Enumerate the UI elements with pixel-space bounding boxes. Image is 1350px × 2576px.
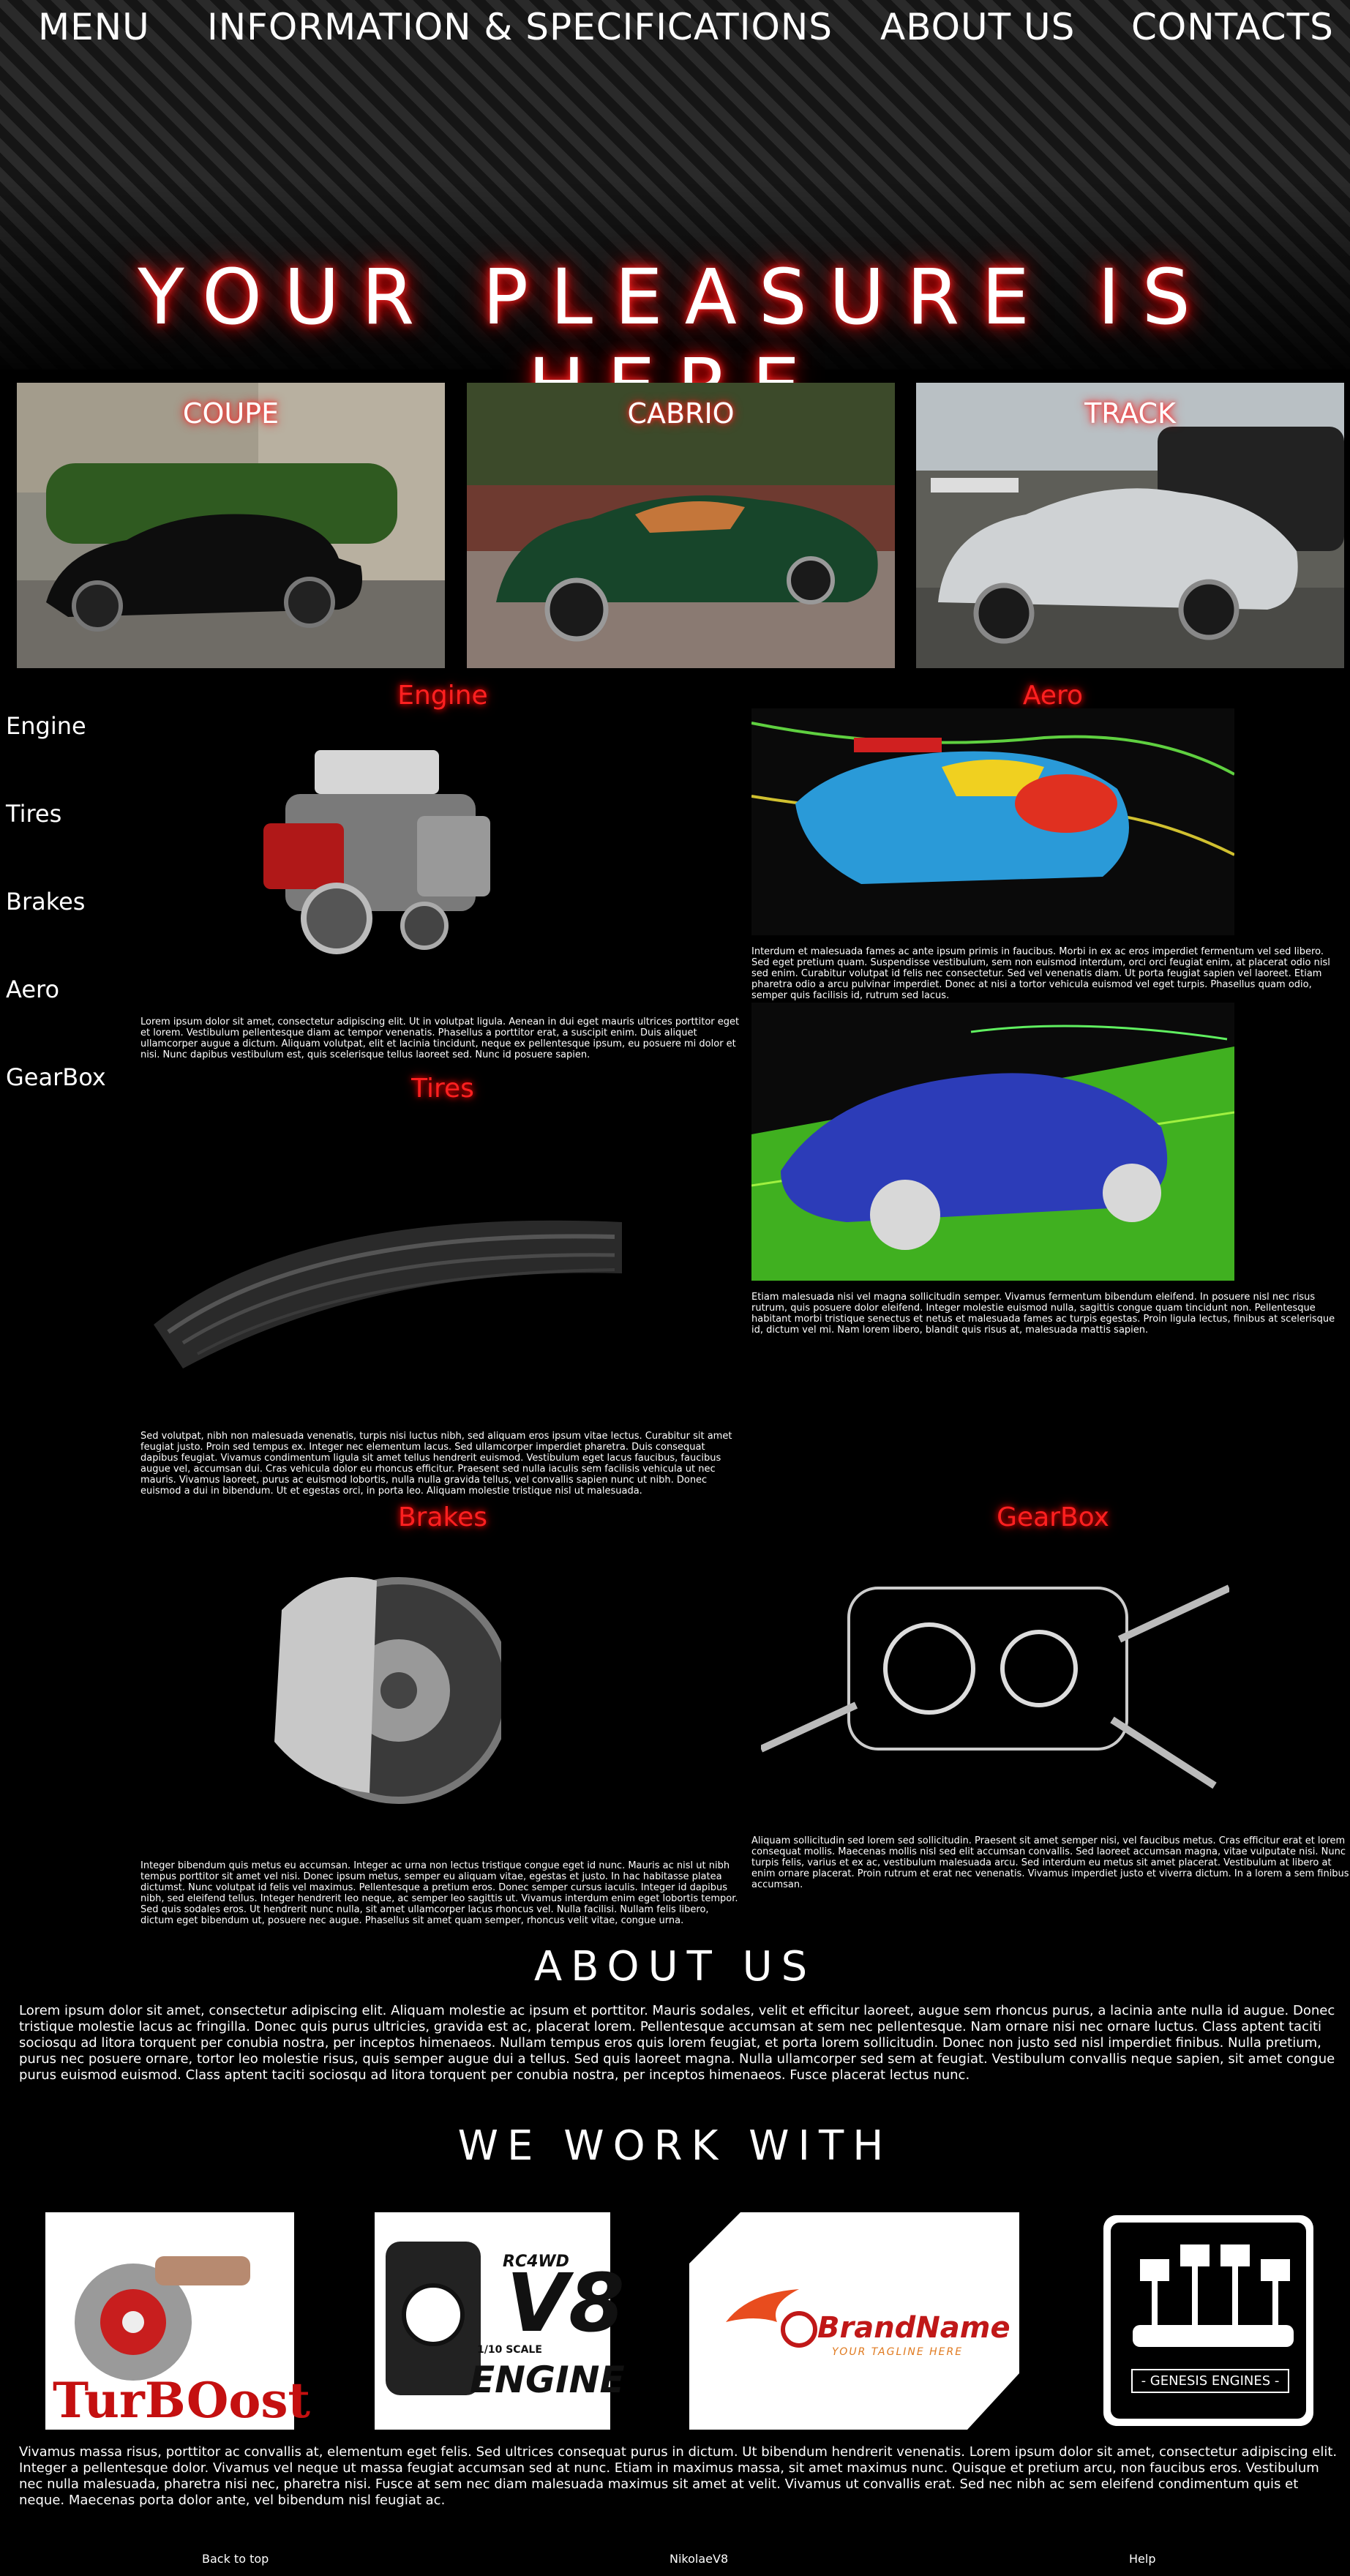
card-label: TRACK	[1084, 397, 1176, 430]
aero-text-2: Etiam malesuada nisi vel magna sollicitu…	[751, 1292, 1335, 1336]
nav-information-specifications[interactable]: INFORMATION & SPECIFICATIONS	[207, 6, 833, 48]
sidebar-item-tires[interactable]: Tires	[6, 800, 61, 828]
about-text: Lorem ipsum dolor sit amet, consectetur …	[19, 2003, 1335, 2083]
tire-image	[154, 1220, 622, 1368]
v8-big: V8	[506, 2256, 625, 2350]
nav-contacts[interactable]: CONTACTS	[1131, 6, 1334, 48]
brakes-text: Integer bibendum quis metus eu accumsan.…	[140, 1860, 738, 1926]
nav-about-us[interactable]: ABOUT US	[880, 6, 1075, 48]
brakes-heading: Brakes	[397, 1502, 488, 1532]
partner-brandname[interactable]: BrandName YOUR TAGLINE HERE	[689, 2212, 1019, 2430]
tires-text: Sed volutpat, nibh non malesuada venenat…	[140, 1431, 732, 1497]
genesis-label: - GENESIS ENGINES -	[1131, 2369, 1289, 2393]
partners-heading: WE WORK WITH	[457, 2122, 893, 2170]
about-heading: ABOUT US	[533, 1943, 817, 1991]
brand-name: BrandName	[817, 2311, 1010, 2345]
v8-scale: 1/10 SCALE	[477, 2344, 542, 2356]
engine-image	[263, 750, 490, 954]
v8-engine: ENGINE	[470, 2359, 625, 2401]
engine-heading: Engine	[397, 681, 488, 711]
card-coupe[interactable]: COUPE	[17, 383, 445, 668]
card-label: COUPE	[182, 397, 280, 430]
engine-text: Lorem ipsum dolor sit amet, consectetur …	[140, 1016, 740, 1060]
gearbox-heading: GearBox	[997, 1502, 1109, 1532]
sidebar-item-brakes[interactable]: Brakes	[6, 888, 85, 916]
partner-turboost[interactable]: TurBOost	[45, 2212, 310, 2430]
aero-heading: Aero	[1022, 681, 1084, 711]
sidebar-item-aero[interactable]: Aero	[6, 976, 59, 1003]
gearbox-image	[761, 1584, 1229, 1789]
back-to-top-link[interactable]: Back to top	[202, 2552, 269, 2566]
turboost-logo-text: TurBOost	[53, 2372, 310, 2429]
nav-menu[interactable]: MENU	[38, 6, 150, 48]
aero-simulation-image	[751, 708, 1234, 935]
partner-rc4wd-v8[interactable]: RC4WD V8 1/10 SCALE ENGINE	[375, 2212, 625, 2430]
sidebar-item-gearbox[interactable]: GearBox	[6, 1063, 106, 1091]
partner-genesis[interactable]: - GENESIS ENGINES -	[1103, 2215, 1313, 2426]
help-link[interactable]: Help	[1129, 2552, 1155, 2566]
tires-heading: Tires	[411, 1074, 474, 1104]
footer-author: NikolaeV8	[670, 2552, 729, 2566]
partners-text: Vivamus massa risus, porttitor ac conval…	[19, 2444, 1338, 2508]
gearbox-text: Aliquam sollicitudin sed lorem sed solli…	[751, 1835, 1349, 1890]
card-cabrio[interactable]: CABRIO	[467, 383, 895, 668]
brand-tagline: YOUR TAGLINE HERE	[832, 2346, 964, 2358]
aero-flow-image	[751, 1003, 1234, 1281]
pistons-icon	[1111, 2223, 1306, 2419]
sidebar-item-engine[interactable]: Engine	[6, 712, 86, 740]
brake-image	[274, 1577, 501, 1804]
card-track[interactable]: TRACK	[916, 383, 1344, 668]
card-label: CABRIO	[627, 397, 735, 430]
aero-text-1: Interdum et malesuada fames ac ante ipsu…	[751, 946, 1330, 1001]
